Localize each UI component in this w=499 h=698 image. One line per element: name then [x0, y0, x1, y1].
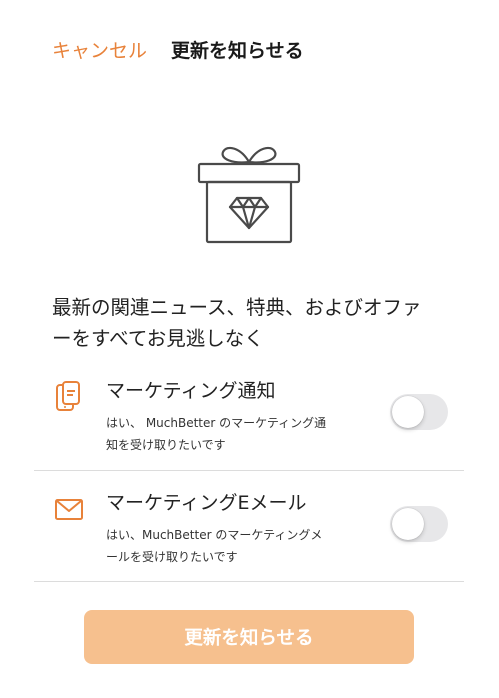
headline-line-1: 最新の関連ニュース、特典、およびオファ — [52, 296, 422, 319]
marketing-notification-option: マーケティング通知 はい、 MuchBetter のマーケティング通 知を受け取… — [34, 370, 464, 470]
marketing-email-option: マーケティングEメール はい、MuchBetter のマーケティングメ ールを受… — [34, 482, 464, 582]
divider — [34, 581, 464, 582]
marketing-email-toggle[interactable] — [390, 506, 448, 542]
option-description: はい、MuchBetter のマーケティングメ ールを受け取りたいです — [106, 524, 374, 568]
toggle-knob — [392, 508, 424, 540]
option-title: マーケティング通知 — [106, 380, 276, 402]
submit-button[interactable]: 更新を知らせる — [84, 610, 414, 664]
top-bar: キャンセル 更新を知らせる — [52, 36, 304, 63]
gift-diamond-icon — [197, 146, 301, 244]
phone-notification-icon — [56, 381, 80, 411]
notification-preferences-screen: キャンセル 更新を知らせる 最新の関連ニュース、特典、およびオファ ーをすべてお… — [0, 0, 499, 698]
option-description: はい、 MuchBetter のマーケティング通 知を受け取りたいです — [106, 412, 374, 456]
toggle-knob — [392, 396, 424, 428]
option-description-line-1: はい、 MuchBetter のマーケティング通 — [106, 416, 327, 430]
page-title: 更新を知らせる — [171, 40, 304, 62]
divider — [34, 470, 464, 471]
option-description-line-1: はい、MuchBetter のマーケティングメ — [106, 528, 323, 542]
marketing-notification-toggle[interactable] — [390, 394, 448, 430]
cancel-button[interactable]: キャンセル — [52, 36, 147, 63]
headline-line-2: ーをすべてお見逃しなく — [52, 327, 264, 350]
option-title: マーケティングEメール — [106, 492, 307, 514]
option-description-line-2: ールを受け取りたいです — [106, 550, 238, 564]
headline-text: 最新の関連ニュース、特典、およびオファ ーをすべてお見逃しなく — [52, 292, 452, 354]
option-description-line-2: 知を受け取りたいです — [106, 438, 226, 452]
envelope-icon — [55, 499, 83, 520]
